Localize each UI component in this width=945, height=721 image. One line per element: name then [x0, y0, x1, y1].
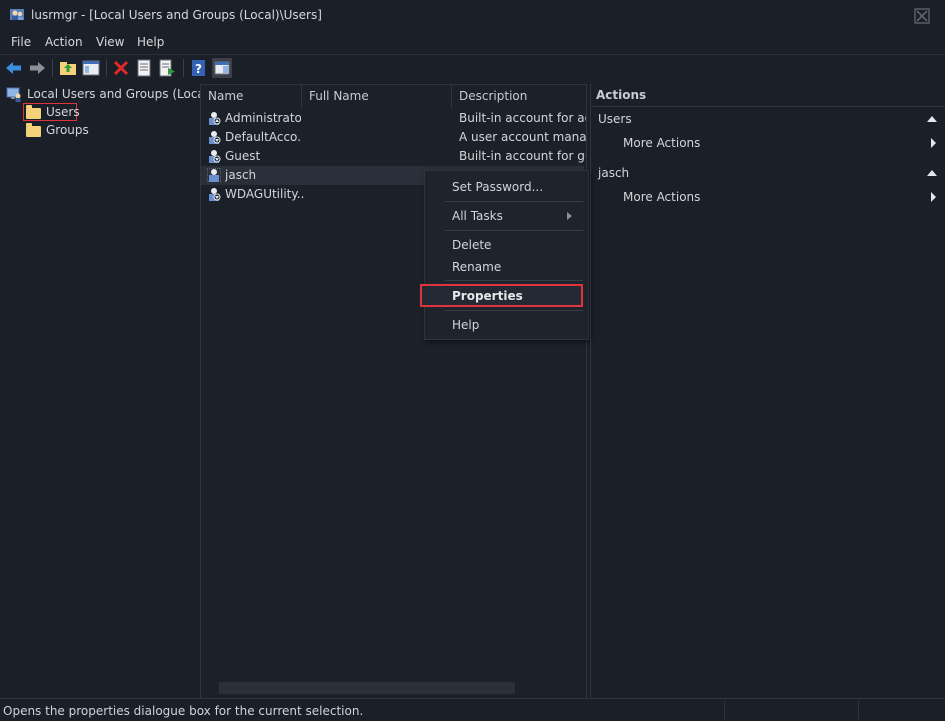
- cell-description: A user account manage: [459, 130, 586, 144]
- user-icon: [209, 150, 221, 163]
- cell-name: jasch: [225, 168, 257, 182]
- table-row[interactable]: Guest Built-in account for gue: [201, 147, 586, 166]
- svg-text:?: ?: [195, 62, 202, 76]
- menu-separator: [445, 310, 583, 311]
- column-header-description[interactable]: Description: [452, 85, 586, 108]
- tree-item-label: Groups: [46, 123, 89, 137]
- menu-item-help[interactable]: Help: [452, 318, 479, 332]
- actions-title: Actions: [596, 88, 647, 102]
- actions-section-users[interactable]: Users: [591, 107, 945, 131]
- submenu-arrow-icon: [931, 138, 936, 148]
- window-title: lusrmgr - [Local Users and Groups (Local…: [31, 8, 322, 22]
- menu-file[interactable]: File: [11, 35, 31, 49]
- status-divider: [724, 701, 725, 719]
- console-tree: Local Users and Groups (Local) Users Gro…: [0, 83, 213, 697]
- cell-name: Guest: [225, 149, 261, 163]
- toolbar-separator: [106, 59, 107, 77]
- collapse-icon[interactable]: [927, 116, 937, 122]
- action-more-actions-jasch[interactable]: More Actions: [591, 185, 945, 209]
- forward-arrow-icon[interactable]: [27, 58, 47, 78]
- toolbar-separator: [183, 59, 184, 77]
- status-text: Opens the properties dialogue box for th…: [3, 704, 364, 718]
- actions-pane: Actions Users More Actions jasch More Ac…: [590, 84, 945, 697]
- menu-view[interactable]: View: [96, 35, 124, 49]
- actions-section-jasch[interactable]: jasch: [591, 161, 945, 185]
- menu-separator: [445, 230, 583, 231]
- menu-item-all-tasks[interactable]: All Tasks: [452, 209, 503, 223]
- menu-bar: File Action View Help: [0, 32, 945, 53]
- show-hide-console-tree-icon[interactable]: [81, 58, 101, 78]
- tree-item-label: Users: [46, 105, 80, 119]
- close-icon[interactable]: [913, 7, 931, 25]
- properties-icon[interactable]: [134, 58, 154, 78]
- menu-item-rename[interactable]: Rename: [452, 260, 501, 274]
- menu-separator: [445, 201, 583, 202]
- horizontal-scrollbar[interactable]: [219, 682, 515, 694]
- menu-item-delete[interactable]: Delete: [452, 238, 491, 252]
- context-menu: Set Password... All Tasks Delete Rename …: [420, 170, 589, 340]
- menu-action[interactable]: Action: [45, 35, 83, 49]
- back-arrow-icon[interactable]: [4, 58, 24, 78]
- user-icon: [207, 168, 221, 182]
- user-icon: [209, 131, 221, 144]
- up-folder-icon[interactable]: [58, 58, 78, 78]
- computer-users-icon: [6, 87, 21, 102]
- export-list-icon[interactable]: [157, 58, 177, 78]
- users-app-icon: [10, 9, 24, 20]
- column-header-name[interactable]: Name: [201, 85, 302, 108]
- cell-description: Built-in account for gue: [459, 149, 586, 163]
- show-hide-action-pane-icon[interactable]: [212, 58, 232, 78]
- delete-icon[interactable]: [111, 58, 131, 78]
- cell-name: DefaultAcco...: [225, 130, 301, 144]
- collapse-icon[interactable]: [927, 170, 937, 176]
- column-header-full-name[interactable]: Full Name: [302, 85, 452, 108]
- submenu-arrow-icon: [567, 212, 572, 220]
- help-icon[interactable]: ?: [189, 58, 209, 78]
- menu-item-set-password[interactable]: Set Password...: [452, 180, 543, 194]
- table-row[interactable]: Administrator Built-in account for adm: [201, 109, 586, 128]
- cell-description: Built-in account for adm: [459, 111, 586, 125]
- user-icon: [209, 188, 221, 201]
- toolbar: ?: [0, 54, 945, 81]
- section-title: jasch: [598, 166, 630, 180]
- actions-header: Actions: [591, 84, 945, 107]
- table-row[interactable]: DefaultAcco... A user account manage: [201, 128, 586, 147]
- status-divider: [858, 701, 859, 719]
- user-icon: [209, 112, 221, 125]
- section-title: Users: [598, 112, 632, 126]
- action-label: More Actions: [623, 136, 701, 150]
- folder-icon: [26, 105, 41, 119]
- menu-item-properties[interactable]: Properties: [420, 284, 583, 307]
- menu-item-label: Properties: [452, 289, 523, 303]
- cell-name: WDAGUtility...: [225, 187, 305, 201]
- status-bar: Opens the properties dialogue box for th…: [0, 698, 945, 721]
- action-label: More Actions: [623, 190, 701, 204]
- title-bar: lusrmgr - [Local Users and Groups (Local…: [0, 0, 945, 32]
- folder-icon: [26, 123, 41, 137]
- action-more-actions-users[interactable]: More Actions: [591, 131, 945, 155]
- submenu-arrow-icon: [931, 192, 936, 202]
- menu-separator: [445, 280, 583, 281]
- tree-item-label: Local Users and Groups (Local): [27, 87, 213, 101]
- toolbar-separator: [52, 59, 53, 77]
- menu-help[interactable]: Help: [137, 35, 164, 49]
- cell-name: Administrator: [225, 111, 301, 125]
- tree-item-users[interactable]: Users: [23, 103, 80, 121]
